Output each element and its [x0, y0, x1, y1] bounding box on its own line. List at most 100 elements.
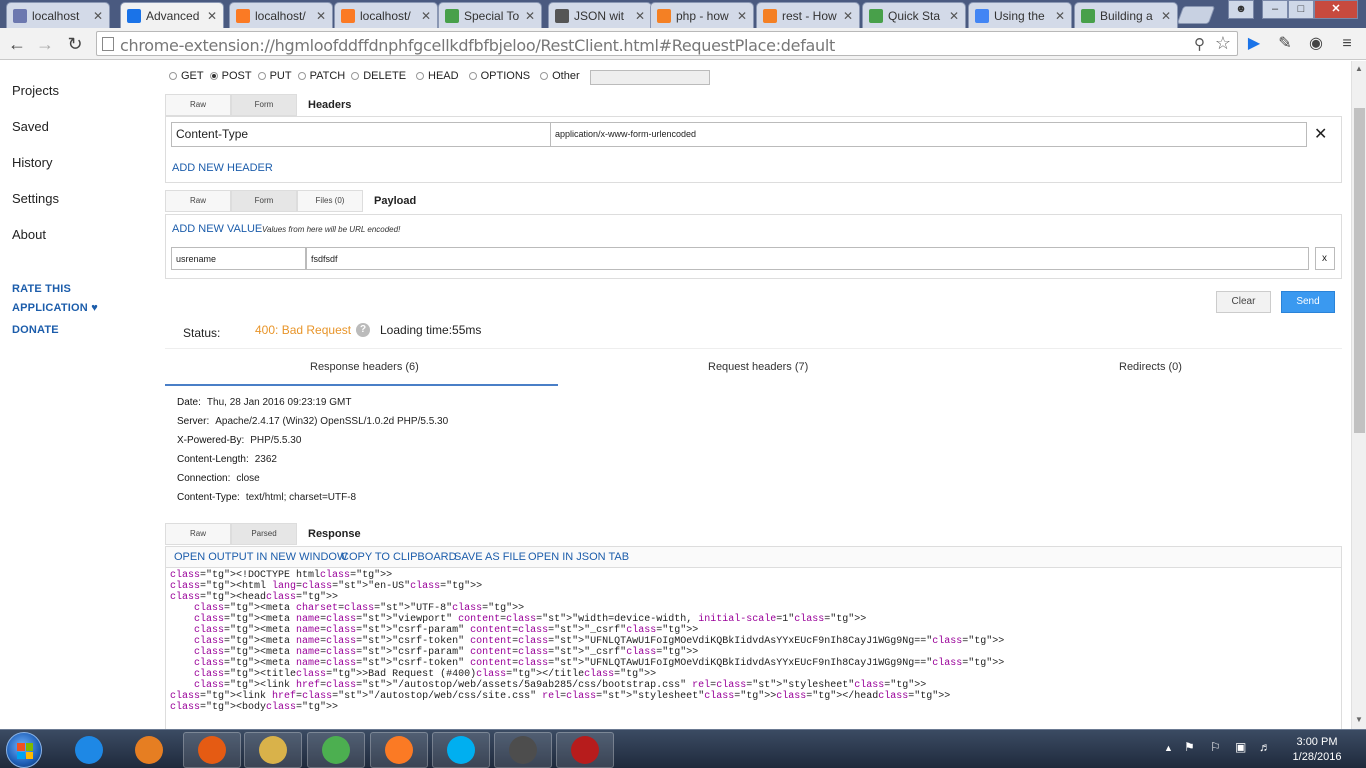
taskbar-app-button[interactable]: [183, 732, 241, 768]
payload-files-tab[interactable]: Files (0): [297, 190, 363, 212]
close-tab-icon[interactable]: ✕: [949, 9, 959, 23]
headers-form-tab[interactable]: Form: [231, 94, 297, 116]
rate-app-link-line2[interactable]: APPLICATION ♥: [12, 302, 98, 314]
scrollbar-thumb[interactable]: [1354, 108, 1365, 433]
method-get[interactable]: GET: [169, 70, 204, 82]
maximize-button[interactable]: □: [1288, 0, 1314, 19]
close-window-button[interactable]: ✕: [1314, 0, 1358, 19]
method-put[interactable]: PUT: [257, 70, 292, 82]
nav-projects[interactable]: Projects: [12, 83, 59, 98]
close-tab-icon[interactable]: ✕: [1055, 9, 1065, 23]
headers-raw-tab[interactable]: Raw: [165, 94, 231, 116]
open-json-tab-link[interactable]: OPEN IN JSON TAB: [528, 551, 629, 563]
header-name-input[interactable]: Content-Type: [171, 122, 551, 147]
address-bar[interactable]: chrome-extension://hgmloofddffdnphfgcell…: [96, 31, 1238, 56]
scroll-up-icon[interactable]: ▲: [1355, 64, 1363, 73]
user-profile-button[interactable]: ☻: [1228, 0, 1254, 19]
payload-form-tab[interactable]: Form: [231, 190, 297, 212]
method-options-radio[interactable]: [468, 72, 477, 80]
method-options[interactable]: OPTIONS: [468, 70, 530, 82]
header-value-input[interactable]: application/x-www-form-urlencoded: [550, 122, 1307, 147]
method-head[interactable]: HEAD: [416, 70, 459, 82]
minimize-button[interactable]: –: [1262, 0, 1288, 19]
method-post-radio[interactable]: [209, 72, 218, 80]
close-tab-icon[interactable]: ✕: [1161, 9, 1171, 23]
browser-tab[interactable]: rest - How ✕: [756, 2, 860, 28]
param-value-input[interactable]: fsdfsdf: [306, 247, 1309, 270]
redirects-tab[interactable]: Redirects (0): [1119, 361, 1182, 373]
taskbar-app-button[interactable]: [370, 732, 428, 768]
start-button[interactable]: [6, 732, 42, 768]
browser-tab[interactable]: localhost/ ✕: [334, 2, 438, 28]
response-parsed-tab[interactable]: Parsed: [231, 523, 297, 545]
scroll-down-icon[interactable]: ▼: [1355, 715, 1363, 724]
nav-history[interactable]: History: [12, 155, 52, 170]
nav-saved[interactable]: Saved: [12, 119, 49, 134]
remove-header-icon[interactable]: ✕: [1314, 124, 1327, 144]
display-icon[interactable]: ▣: [1235, 740, 1246, 754]
copy-clipboard-link[interactable]: COPY TO CLIPBOARD: [341, 551, 457, 563]
browser-tab[interactable]: Quick Sta ✕: [862, 2, 966, 28]
param-name-input[interactable]: usrename: [171, 247, 306, 270]
extension-shield-icon[interactable]: ◉: [1305, 33, 1327, 55]
reload-icon[interactable]: ↻: [64, 33, 86, 55]
bookmark-star-icon[interactable]: ☆: [1215, 33, 1231, 54]
response-body-code[interactable]: class="tg"><!DOCTYPE htmlclass="tg">> cl…: [165, 567, 1342, 729]
remove-param-button[interactable]: x: [1315, 247, 1335, 270]
method-patch-radio[interactable]: [297, 72, 306, 80]
request-headers-tab[interactable]: Request headers (7): [708, 361, 808, 373]
taskbar-app-button[interactable]: [120, 732, 178, 768]
method-patch[interactable]: PATCH: [297, 70, 345, 82]
extension-pen-icon[interactable]: ✎: [1274, 33, 1296, 55]
browser-tab[interactable]: Building a ✕: [1074, 2, 1178, 28]
other-method-input[interactable]: [590, 70, 710, 85]
browser-tab[interactable]: Advanced ✕: [120, 2, 224, 28]
add-new-value-link[interactable]: ADD NEW VALUE: [172, 223, 262, 235]
taskbar-app-button[interactable]: [60, 732, 118, 768]
method-other[interactable]: Other: [540, 70, 580, 82]
address-url[interactable]: chrome-extension://hgmloofddffdnphfgcell…: [120, 36, 835, 55]
nav-settings[interactable]: Settings: [12, 191, 59, 206]
response-headers-tab[interactable]: Response headers (6): [310, 361, 419, 373]
close-tab-icon[interactable]: ✕: [421, 9, 431, 23]
help-icon[interactable]: ?: [356, 323, 370, 337]
taskbar-app-button[interactable]: [556, 732, 614, 768]
send-button[interactable]: Send: [1281, 291, 1335, 313]
extension-play-icon[interactable]: ▶: [1243, 33, 1265, 55]
browser-tab[interactable]: php - how ✕: [650, 2, 754, 28]
page-scrollbar[interactable]: ▲ ▼: [1351, 61, 1366, 729]
close-tab-icon[interactable]: ✕: [635, 9, 645, 23]
close-tab-icon[interactable]: ✕: [316, 9, 326, 23]
save-as-file-link[interactable]: SAVE AS FILE: [454, 551, 526, 563]
close-tab-icon[interactable]: ✕: [843, 9, 853, 23]
method-delete-radio[interactable]: [351, 72, 360, 80]
taskbar-app-button[interactable]: [244, 732, 302, 768]
search-icon[interactable]: ⚲: [1194, 35, 1205, 53]
donate-link[interactable]: DONATE: [12, 324, 59, 336]
method-head-radio[interactable]: [416, 72, 425, 80]
taskbar-app-button[interactable]: [432, 732, 490, 768]
chrome-menu-icon[interactable]: ≡: [1336, 33, 1358, 55]
rate-app-link-line1[interactable]: RATE THIS: [12, 283, 71, 295]
forward-icon[interactable]: →: [34, 33, 56, 55]
method-other-radio[interactable]: [540, 72, 549, 80]
method-get-radio[interactable]: [169, 72, 177, 80]
clear-button[interactable]: Clear: [1216, 291, 1271, 313]
action-center-icon[interactable]: ⚐: [1210, 740, 1221, 754]
method-delete[interactable]: DELETE: [351, 70, 406, 82]
taskbar-app-button[interactable]: [494, 732, 552, 768]
close-tab-icon[interactable]: ✕: [525, 9, 535, 23]
show-hidden-icons[interactable]: ▲: [1164, 743, 1173, 753]
taskbar-app-button[interactable]: [307, 732, 365, 768]
method-post[interactable]: POST: [209, 70, 252, 82]
volume-icon[interactable]: ♬: [1259, 740, 1271, 754]
browser-tab[interactable]: Using the ✕: [968, 2, 1072, 28]
nav-about[interactable]: About: [12, 227, 46, 242]
close-tab-icon[interactable]: ✕: [737, 9, 747, 23]
payload-raw-tab[interactable]: Raw: [165, 190, 231, 212]
close-tab-icon[interactable]: ✕: [93, 9, 103, 23]
system-clock[interactable]: 3:00 PM 1/28/2016: [1282, 735, 1352, 765]
close-tab-icon[interactable]: ✕: [207, 9, 217, 23]
network-flag-icon[interactable]: ⚑: [1184, 740, 1195, 754]
browser-tab[interactable]: localhost ✕: [6, 2, 110, 28]
